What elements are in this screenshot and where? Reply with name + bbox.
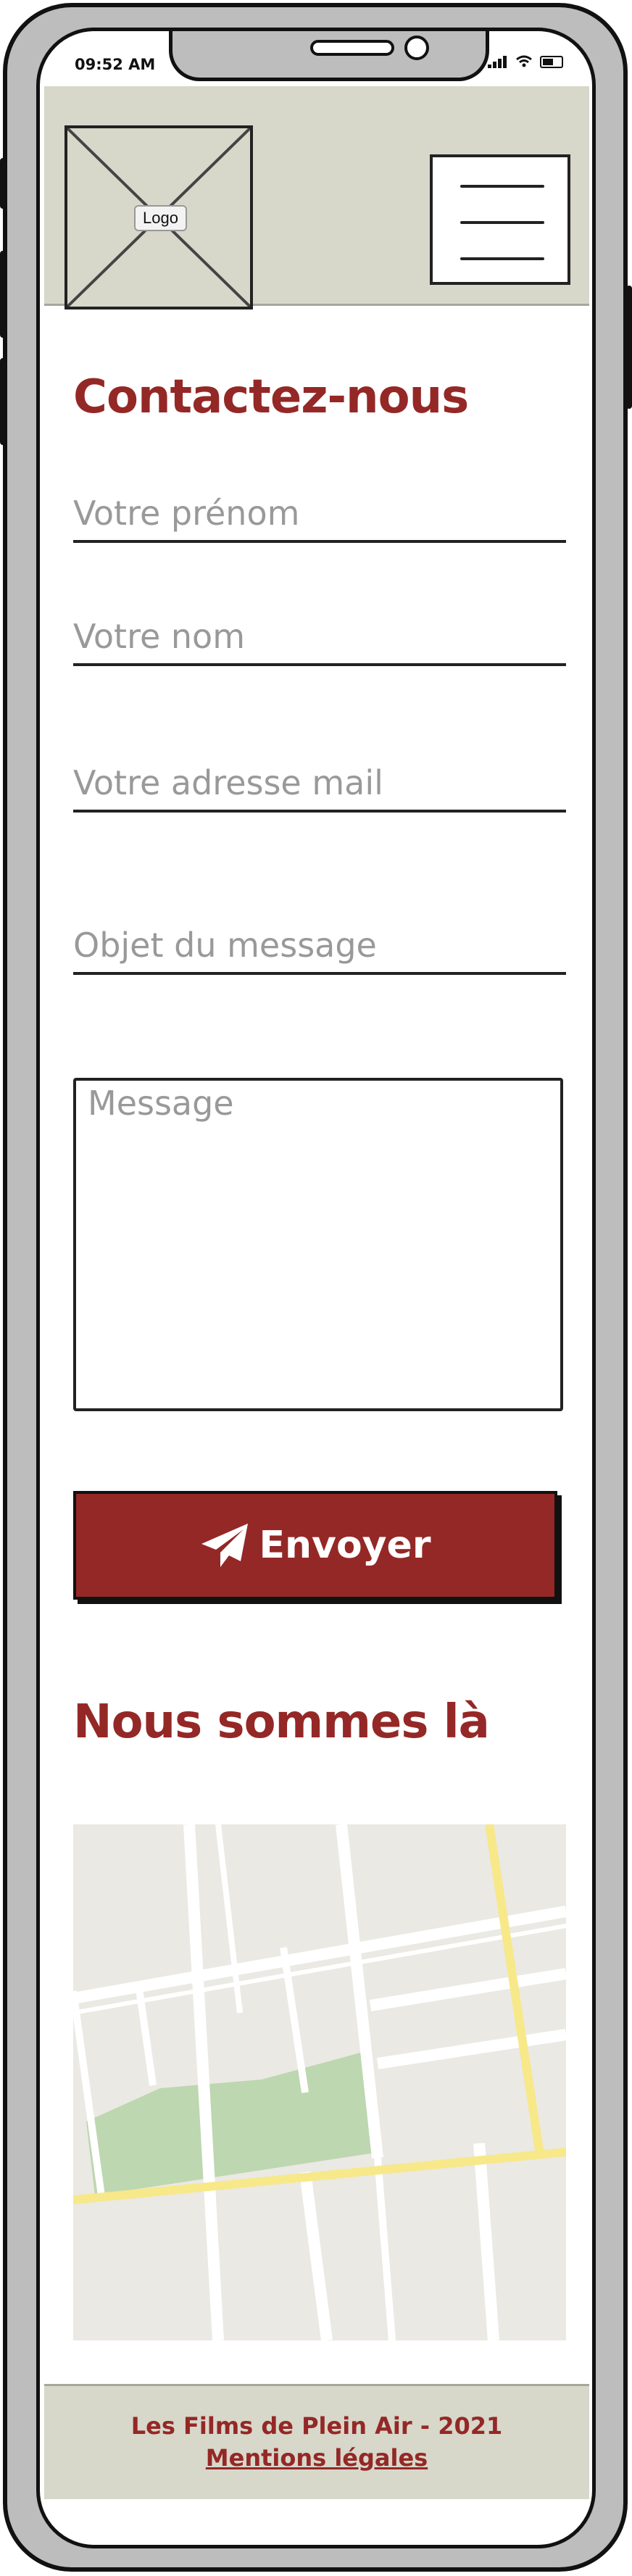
speaker-grille — [310, 40, 394, 56]
signal-icon — [488, 54, 508, 68]
contact-title: Contactez-nous — [73, 370, 469, 424]
status-time: 09:52 AM — [75, 56, 156, 73]
logo-label: Logo — [134, 205, 187, 231]
send-label: Envoyer — [259, 1524, 431, 1567]
wifi-icon — [516, 55, 532, 67]
footer-copyright: Les Films de Plein Air - 2021 — [130, 2412, 503, 2440]
legal-notice-link[interactable]: Mentions légales — [206, 2444, 428, 2472]
front-camera — [404, 36, 429, 60]
subject-placeholder: Objet du message — [73, 926, 377, 965]
menu-bar — [460, 257, 544, 260]
paper-plane-icon — [201, 1524, 248, 1567]
power-button — [626, 286, 632, 409]
subject-field[interactable]: Objet du message — [73, 914, 566, 975]
volume-up-button — [0, 251, 6, 338]
status-icons — [488, 54, 563, 68]
phone-notch — [169, 31, 489, 81]
last-name-placeholder: Votre nom — [73, 617, 246, 656]
phone-screen: 09:52 AM Logo Contactez-nous Votre préno… — [36, 28, 596, 2548]
status-bar: 09:52 AM — [40, 31, 592, 86]
message-placeholder: Message — [88, 1084, 234, 1123]
last-name-field[interactable]: Votre nom — [73, 605, 566, 666]
logo-placeholder[interactable]: Logo — [65, 125, 253, 309]
phone-side-button — [0, 158, 6, 209]
site-header: Logo — [44, 86, 589, 309]
menu-bar — [460, 221, 544, 224]
email-placeholder: Votre adresse mail — [73, 763, 383, 802]
hamburger-menu-button[interactable] — [430, 154, 570, 285]
first-name-placeholder: Votre prénom — [73, 494, 300, 533]
battery-icon — [540, 56, 563, 68]
send-button[interactable]: Envoyer — [73, 1491, 557, 1600]
location-title: Nous sommes là — [73, 1695, 490, 1749]
email-field[interactable]: Votre adresse mail — [73, 752, 566, 813]
message-textarea[interactable]: Message — [73, 1078, 563, 1411]
first-name-field[interactable]: Votre prénom — [73, 482, 566, 543]
hamburger-menu-icon — [460, 185, 544, 188]
site-footer: Les Films de Plein Air - 2021 Mentions l… — [44, 2384, 589, 2499]
volume-down-button — [0, 358, 6, 445]
location-map[interactable] — [73, 1824, 566, 2340]
